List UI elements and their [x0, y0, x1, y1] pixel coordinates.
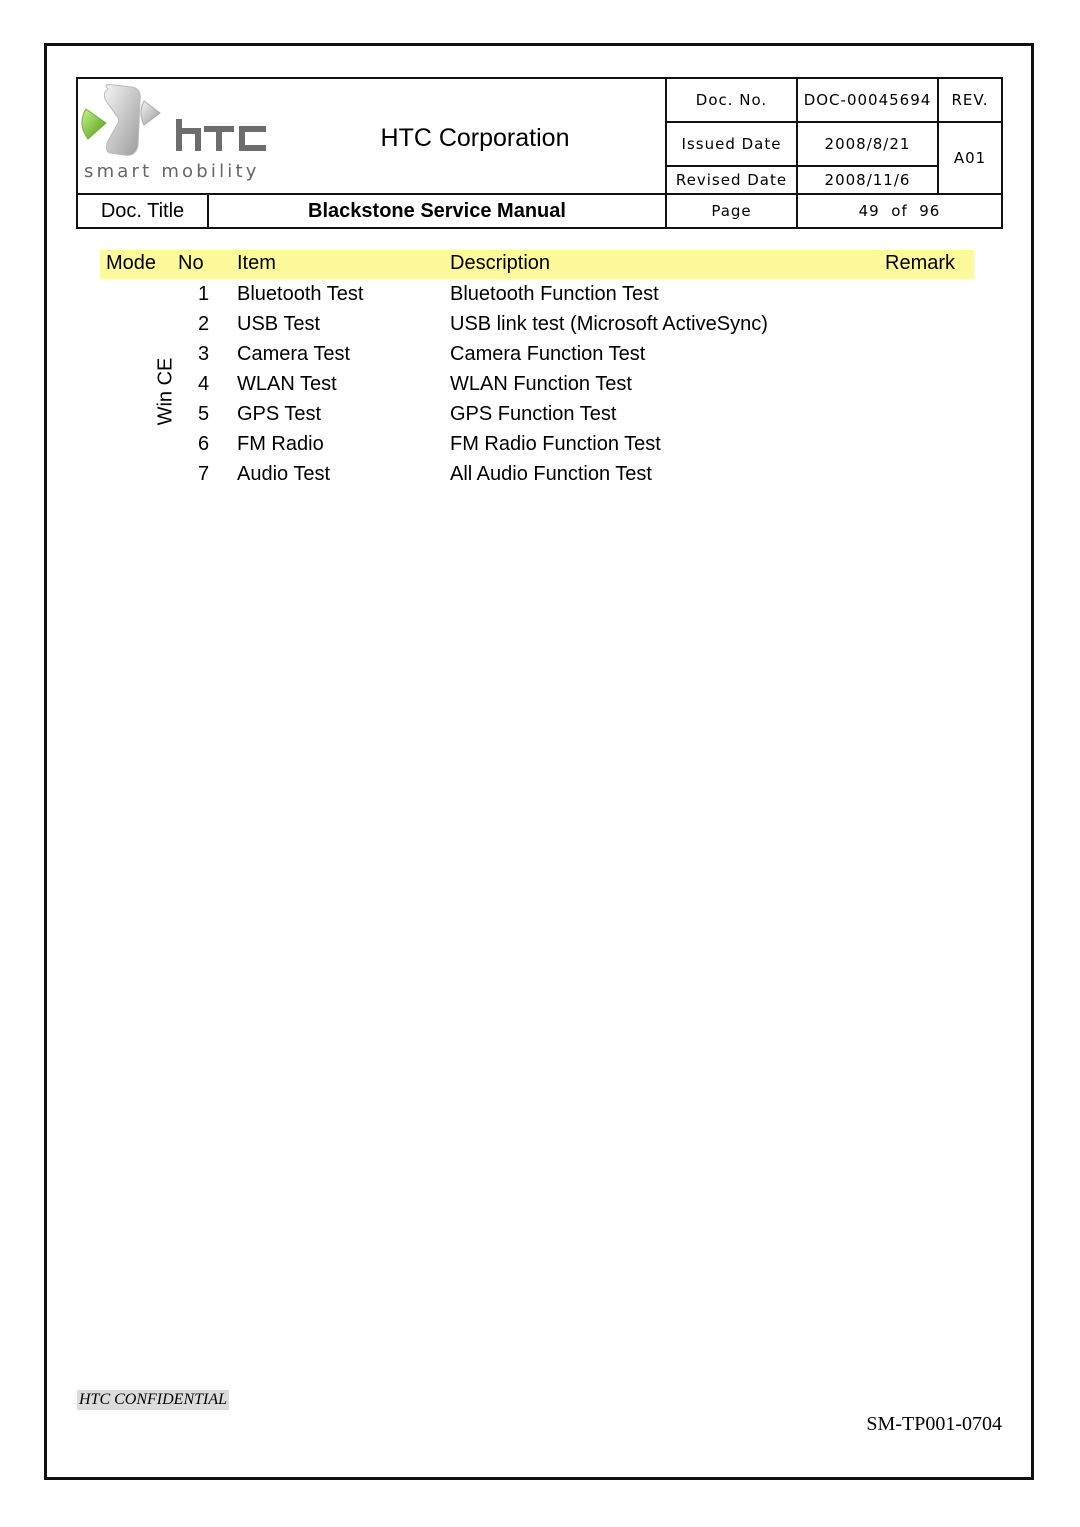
row-item: Audio Test: [237, 463, 331, 485]
htc-logo: smart mobility: [80, 81, 285, 193]
doc-title: Blackstone Service Manual: [308, 199, 566, 222]
company-name: HTC Corporation: [380, 123, 570, 152]
row-description: FM Radio Function Test: [450, 433, 661, 455]
revised-date-label: Revised Date: [675, 171, 788, 189]
page-label: Page: [711, 202, 752, 220]
mode-cell: Win CE: [154, 357, 177, 426]
doc-no-value: DOC-00045694: [803, 91, 932, 109]
row-no: 3: [198, 343, 210, 365]
row-no: 4: [198, 373, 210, 395]
page-value: 49 of 96: [858, 202, 941, 220]
doc-title-label: Doc. Title: [100, 199, 185, 222]
document-header: smart mobility HTC Corporation Doc. No. …: [76, 77, 1003, 229]
row-no: 6: [198, 433, 210, 455]
col-remark: Remark: [885, 252, 956, 274]
row-description: All Audio Function Test: [450, 463, 652, 485]
row-item: WLAN Test: [237, 373, 337, 395]
col-mode: Mode: [106, 252, 157, 274]
confidential-label: HTC CONFIDENTIAL: [77, 1390, 230, 1410]
form-number: SM-TP001-0704: [866, 1413, 1002, 1435]
rev-label: REV.: [951, 91, 989, 109]
col-no: No: [178, 252, 204, 274]
row-item: Camera Test: [237, 343, 351, 365]
row-item: FM Radio: [237, 433, 324, 455]
issued-date-value: 2008/8/21: [824, 135, 911, 153]
row-description: USB link test (Microsoft ActiveSync): [450, 313, 768, 335]
rev-value: A01: [953, 149, 987, 167]
row-no: 2: [198, 313, 210, 335]
col-item: Item: [237, 252, 276, 274]
issued-date-label: Issued Date: [681, 135, 782, 153]
logo-tagline: smart mobility: [84, 161, 260, 182]
row-description: Camera Function Test: [450, 343, 646, 365]
row-description: GPS Function Test: [450, 403, 617, 425]
row-item: USB Test: [237, 313, 320, 335]
col-description: Description: [450, 252, 551, 274]
row-description: Bluetooth Function Test: [450, 283, 659, 305]
row-item: GPS Test: [237, 403, 322, 425]
row-no: 5: [198, 403, 210, 425]
row-no: 1: [198, 283, 210, 305]
row-no: 7: [198, 463, 210, 485]
htc-logo-icon: smart mobility: [81, 84, 266, 182]
row-description: WLAN Function Test: [450, 373, 632, 395]
revised-date-value: 2008/11/6: [824, 171, 911, 189]
doc-no-label: Doc. No.: [695, 91, 768, 109]
row-item: Bluetooth Test: [237, 283, 364, 305]
